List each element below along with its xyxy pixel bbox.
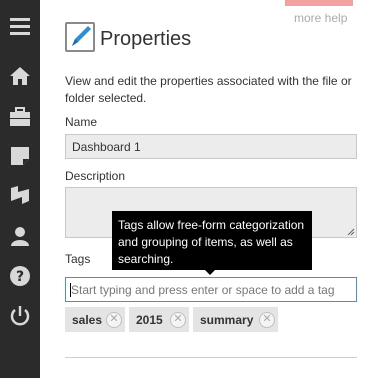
help-button-top[interactable] bbox=[285, 0, 353, 6]
tags-label: Tags bbox=[65, 252, 91, 266]
divider bbox=[65, 357, 357, 358]
tags-input-placeholder: Start typing and press enter or space to… bbox=[71, 283, 335, 297]
tag-label: summary bbox=[200, 312, 254, 327]
more-help-link[interactable]: more help bbox=[294, 11, 347, 25]
tags-input[interactable]: Start typing and press enter or space to… bbox=[65, 277, 357, 302]
svg-text:?: ? bbox=[16, 269, 24, 285]
tags-tooltip: Tags allow free-form categorization and … bbox=[112, 211, 312, 270]
page-description: View and edit the properties associated … bbox=[65, 74, 352, 105]
tag-remove-icon[interactable]: ✕ bbox=[170, 312, 186, 328]
note-icon[interactable] bbox=[8, 144, 32, 168]
tag-remove-icon[interactable]: ✕ bbox=[259, 312, 275, 328]
user-icon[interactable] bbox=[8, 224, 32, 248]
tag-chip: summary ✕ bbox=[193, 307, 278, 332]
properties-panel: more help Properties View and edit the p… bbox=[40, 0, 382, 378]
description-label: Description bbox=[65, 169, 126, 183]
text-caret bbox=[70, 283, 71, 297]
menu-icon[interactable] bbox=[8, 14, 32, 38]
help-icon[interactable]: ? bbox=[8, 264, 32, 288]
tag-label: 2015 bbox=[136, 312, 163, 327]
page-title: Properties bbox=[100, 28, 192, 50]
resize-handle-icon[interactable] bbox=[347, 228, 355, 236]
home-icon[interactable] bbox=[8, 64, 32, 88]
tag-label: sales bbox=[72, 312, 103, 327]
briefcase-icon[interactable] bbox=[8, 105, 32, 129]
edit-properties-icon bbox=[65, 22, 95, 52]
tag-chip: 2015 ✕ bbox=[129, 307, 189, 332]
tag-chip: sales ✕ bbox=[65, 307, 125, 332]
folder-open-icon[interactable] bbox=[8, 183, 32, 207]
power-icon[interactable] bbox=[8, 304, 32, 328]
name-field[interactable]: Dashboard 1 bbox=[65, 134, 357, 159]
tag-remove-icon[interactable]: ✕ bbox=[106, 312, 122, 328]
sidebar: ? bbox=[0, 0, 40, 378]
tooltip-arrow bbox=[205, 270, 215, 275]
name-label: Name bbox=[65, 115, 98, 129]
